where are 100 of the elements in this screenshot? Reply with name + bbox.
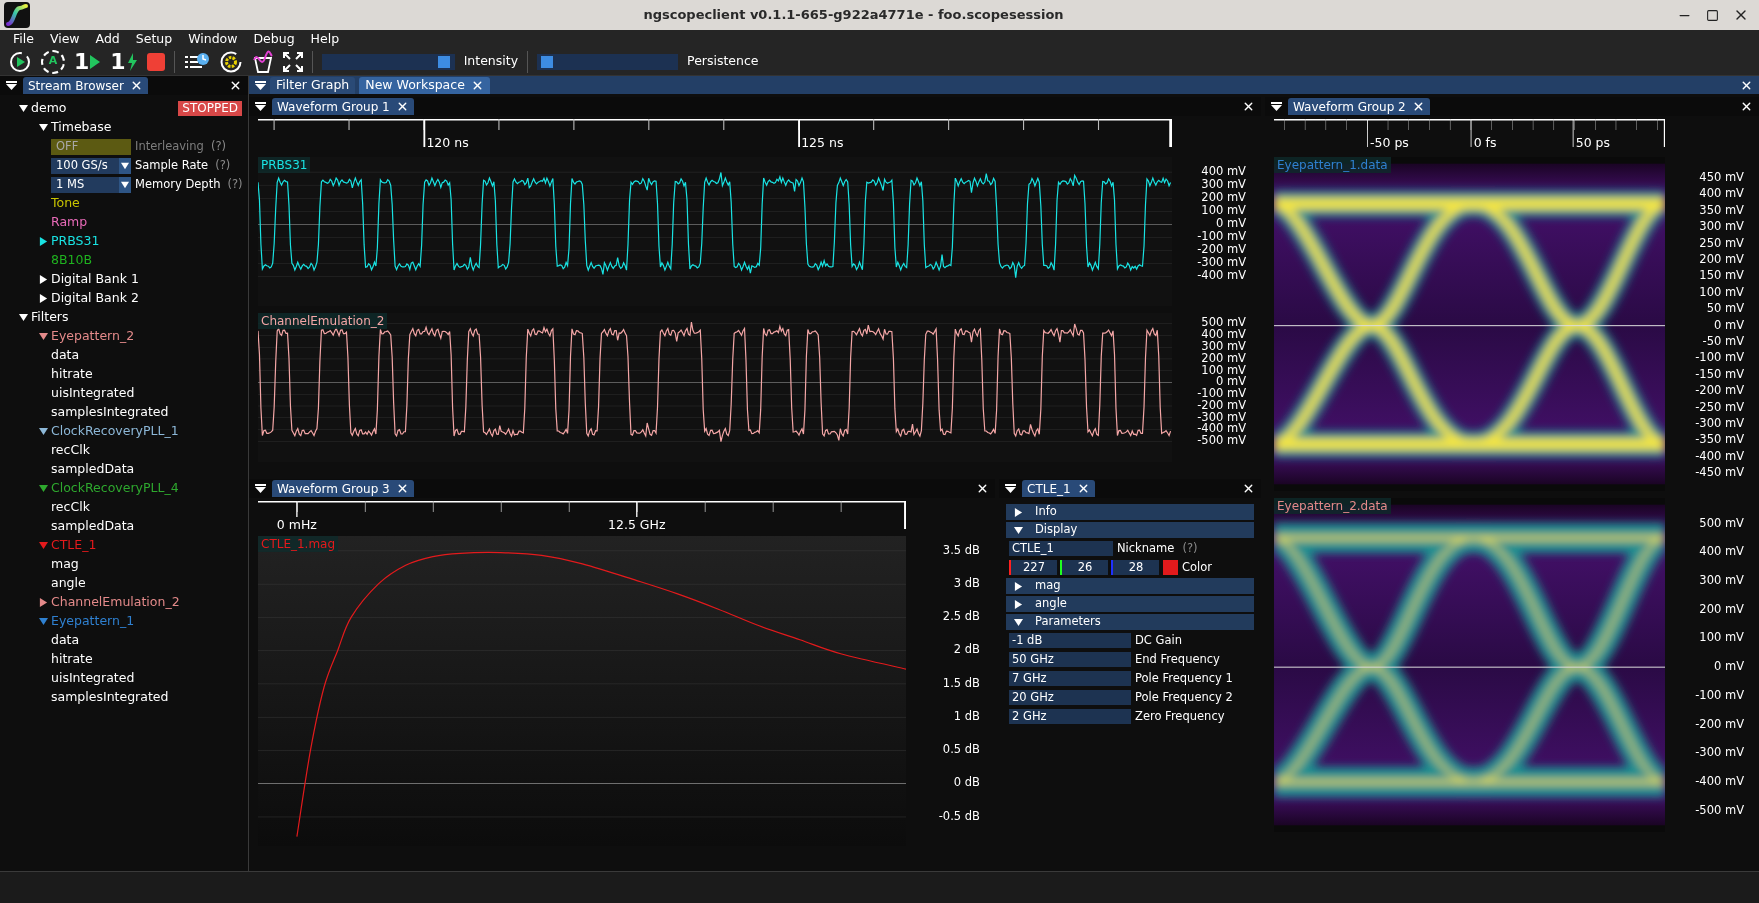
number-field[interactable]: 227	[1009, 560, 1057, 575]
tree-item[interactable]: Digital Bank 1	[51, 270, 139, 289]
panel-tab[interactable]: Waveform Group 1	[272, 98, 414, 115]
dropdown-field[interactable]: 1 MS	[51, 176, 131, 193]
close-icon[interactable]	[1242, 100, 1255, 113]
tree-item[interactable]: recClk	[51, 441, 90, 460]
help-marker[interactable]: (?)	[215, 156, 231, 175]
menu-item[interactable]: View	[49, 29, 80, 49]
panel-menu-icon[interactable]	[255, 102, 266, 111]
panel-menu-icon[interactable]	[255, 484, 266, 493]
panel-tab-label[interactable]: Waveform Group 1	[277, 97, 390, 116]
expand-arrow-icon[interactable]	[39, 598, 48, 607]
help-marker[interactable]: (?)	[227, 175, 243, 194]
panel-tab[interactable]: CTLE_1	[1022, 480, 1095, 497]
tree-item[interactable]: Eyepattern_1	[51, 612, 135, 631]
workspace-tab[interactable]: Filter Graph	[270, 76, 356, 94]
collapse-arrow-icon[interactable]	[39, 332, 48, 341]
panel-tab[interactable]: Waveform Group 3	[272, 480, 414, 497]
collapse-arrow-icon[interactable]	[19, 104, 28, 113]
tree-item[interactable]: Tone	[51, 194, 80, 213]
tree-item[interactable]: samplesIntegrated	[51, 403, 169, 422]
panel-tab-label[interactable]: Waveform Group 3	[277, 479, 390, 498]
auto-trigger-icon[interactable]: A	[41, 49, 65, 74]
text-field[interactable]: CTLE_1	[1009, 541, 1113, 556]
panel-menu-icon[interactable]	[255, 80, 266, 90]
tree-item[interactable]: angle	[51, 574, 86, 593]
close-icon[interactable]	[1242, 482, 1255, 495]
expand-arrow-icon[interactable]	[1014, 599, 1023, 609]
tree-item[interactable]: data	[51, 631, 80, 650]
tree-item[interactable]: ClockRecoveryPLL_4	[51, 479, 179, 498]
fullscreen-icon[interactable]	[282, 51, 303, 72]
channel-label[interactable]: PRBS31	[258, 157, 311, 173]
color-swatch[interactable]	[1163, 560, 1178, 575]
panel-tab[interactable]: Stream Browser	[23, 77, 148, 94]
expand-arrow-icon[interactable]	[39, 294, 48, 303]
close-icon[interactable]	[976, 482, 989, 495]
tree-item[interactable]: hitrate	[51, 365, 93, 384]
collapse-arrow-icon[interactable]	[39, 123, 48, 132]
stop-icon[interactable]	[146, 52, 165, 71]
tree-item[interactable]: hitrate	[51, 650, 93, 669]
panel-menu-icon[interactable]	[1005, 484, 1016, 493]
panel-tab-label[interactable]: CTLE_1	[1027, 479, 1071, 498]
expand-arrow-icon[interactable]	[1014, 507, 1023, 517]
channel-label[interactable]: Eyepattern_1.data	[1274, 157, 1391, 173]
tree-item[interactable]: 8B10B	[51, 251, 92, 270]
section-header[interactable]: Info	[1006, 504, 1254, 520]
text-field[interactable]: 20 GHz	[1009, 690, 1131, 705]
section-header[interactable]: Parameters	[1006, 614, 1254, 630]
text-field[interactable]: -1 dB	[1009, 633, 1131, 648]
slider-thumb[interactable]	[540, 55, 553, 68]
tree-item[interactable]: data	[51, 346, 80, 365]
menu-item[interactable]: Add	[95, 29, 120, 49]
collapse-arrow-icon[interactable]	[1014, 525, 1023, 535]
settings-icon[interactable]	[218, 49, 243, 74]
channel-label[interactable]: Eyepattern_2.data	[1274, 498, 1391, 514]
collapse-arrow-icon[interactable]	[121, 180, 129, 189]
tree-item[interactable]: demo	[31, 99, 67, 118]
slider-thumb[interactable]	[438, 55, 451, 68]
menu-item[interactable]: Window	[188, 29, 238, 49]
text-field[interactable]: 2 GHz	[1009, 709, 1131, 724]
panel-menu-icon[interactable]	[1271, 102, 1282, 111]
number-field[interactable]: 28	[1111, 560, 1159, 575]
collapse-arrow-icon[interactable]	[19, 313, 28, 322]
close-icon[interactable]	[1740, 100, 1753, 113]
slider[interactable]	[537, 53, 679, 70]
expand-arrow-icon[interactable]	[39, 237, 48, 246]
tree-item[interactable]: uisIntegrated	[51, 669, 135, 688]
expand-arrow-icon[interactable]	[1014, 581, 1023, 591]
tree-item[interactable]: sampledData	[51, 460, 135, 479]
tree-item[interactable]: samplesIntegrated	[51, 688, 169, 707]
tree-item[interactable]: ChannelEmulation_2	[51, 593, 180, 612]
tree-item[interactable]: Ramp	[51, 213, 88, 232]
tree-item[interactable]: Digital Bank 2	[51, 289, 139, 308]
channel-label[interactable]: ChannelEmulation_2	[258, 313, 388, 329]
text-field[interactable]: 50 GHz	[1009, 652, 1131, 667]
menu-item[interactable]: Debug	[253, 29, 295, 49]
tree-item[interactable]: uisIntegrated	[51, 384, 135, 403]
tree-item[interactable]: CTLE_1	[51, 536, 97, 555]
panel-tab-label[interactable]: Waveform Group 2	[1293, 97, 1406, 116]
tree-item[interactable]: sampledData	[51, 517, 135, 536]
collapse-arrow-icon[interactable]	[39, 484, 48, 493]
waveform-filter-icon[interactable]	[251, 49, 274, 74]
panel-menu-icon[interactable]	[6, 81, 17, 90]
tree-item[interactable]: mag	[51, 555, 79, 574]
tree-item[interactable]: ClockRecoveryPLL_1	[51, 422, 179, 441]
section-header[interactable]: angle	[1006, 596, 1254, 612]
section-header[interactable]: Display	[1006, 522, 1254, 538]
slider[interactable]	[321, 53, 455, 70]
help-marker[interactable]: (?)	[1182, 539, 1198, 558]
tree-item[interactable]: Eyepattern_2	[51, 327, 135, 346]
collapse-arrow-icon[interactable]	[39, 427, 48, 436]
play-icon[interactable]	[8, 49, 32, 74]
tree-item[interactable]: recClk	[51, 498, 90, 517]
maximize-icon[interactable]	[1706, 8, 1719, 22]
close-icon[interactable]	[229, 79, 242, 92]
expand-arrow-icon[interactable]	[39, 275, 48, 284]
collapse-arrow-icon[interactable]	[1014, 617, 1023, 627]
panel-tab[interactable]: Waveform Group 2	[1288, 98, 1430, 115]
collapse-arrow-icon[interactable]	[121, 161, 129, 170]
text-field[interactable]: 7 GHz	[1009, 671, 1131, 686]
